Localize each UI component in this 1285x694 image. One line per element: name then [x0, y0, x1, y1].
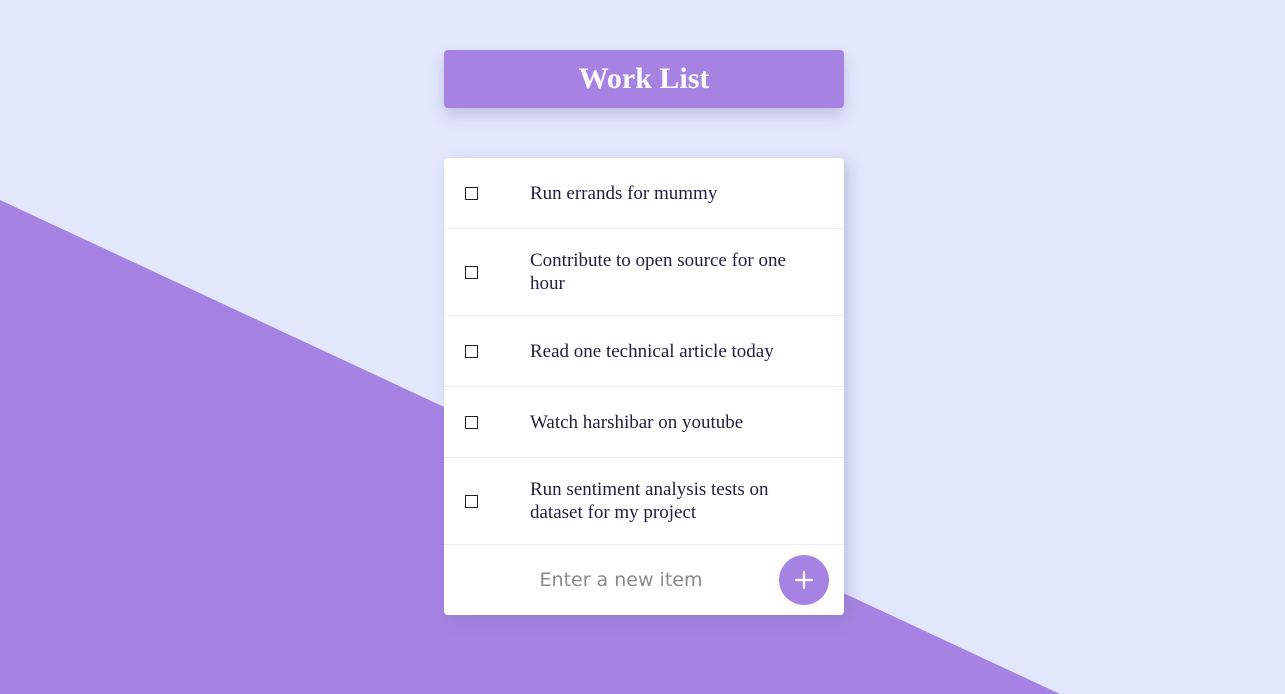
item-text: Read one technical article today: [530, 340, 774, 362]
plus-icon: [794, 570, 814, 590]
item-checkbox[interactable]: [465, 265, 478, 279]
item-checkbox[interactable]: [465, 494, 478, 508]
app-container: Work List Run errands for mummy Contribu…: [444, 50, 844, 615]
item-checkbox[interactable]: [465, 186, 478, 200]
new-item-form: [444, 545, 844, 615]
list-item: Watch harshibar on youtube: [444, 387, 844, 458]
list-item: Run errands for mummy: [444, 158, 844, 229]
list-item: Read one technical article today: [444, 316, 844, 387]
item-text: Run sentiment analysis tests on dataset …: [530, 479, 769, 523]
item-text: Watch harshibar on youtube: [530, 411, 744, 433]
item-checkbox[interactable]: [465, 344, 478, 358]
add-item-button[interactable]: [779, 555, 829, 605]
page-title: Work List: [578, 62, 710, 95]
todo-list: Run errands for mummy Contribute to open…: [444, 158, 844, 615]
list-item: Run sentiment analysis tests on dataset …: [444, 458, 844, 545]
new-item-input[interactable]: [444, 560, 798, 600]
header-box: Work List: [444, 50, 844, 108]
list-item: Contribute to open source for one hour: [444, 229, 844, 316]
item-checkbox[interactable]: [465, 415, 478, 429]
item-text: Run errands for mummy: [530, 182, 718, 204]
item-text: Contribute to open source for one hour: [530, 250, 786, 294]
